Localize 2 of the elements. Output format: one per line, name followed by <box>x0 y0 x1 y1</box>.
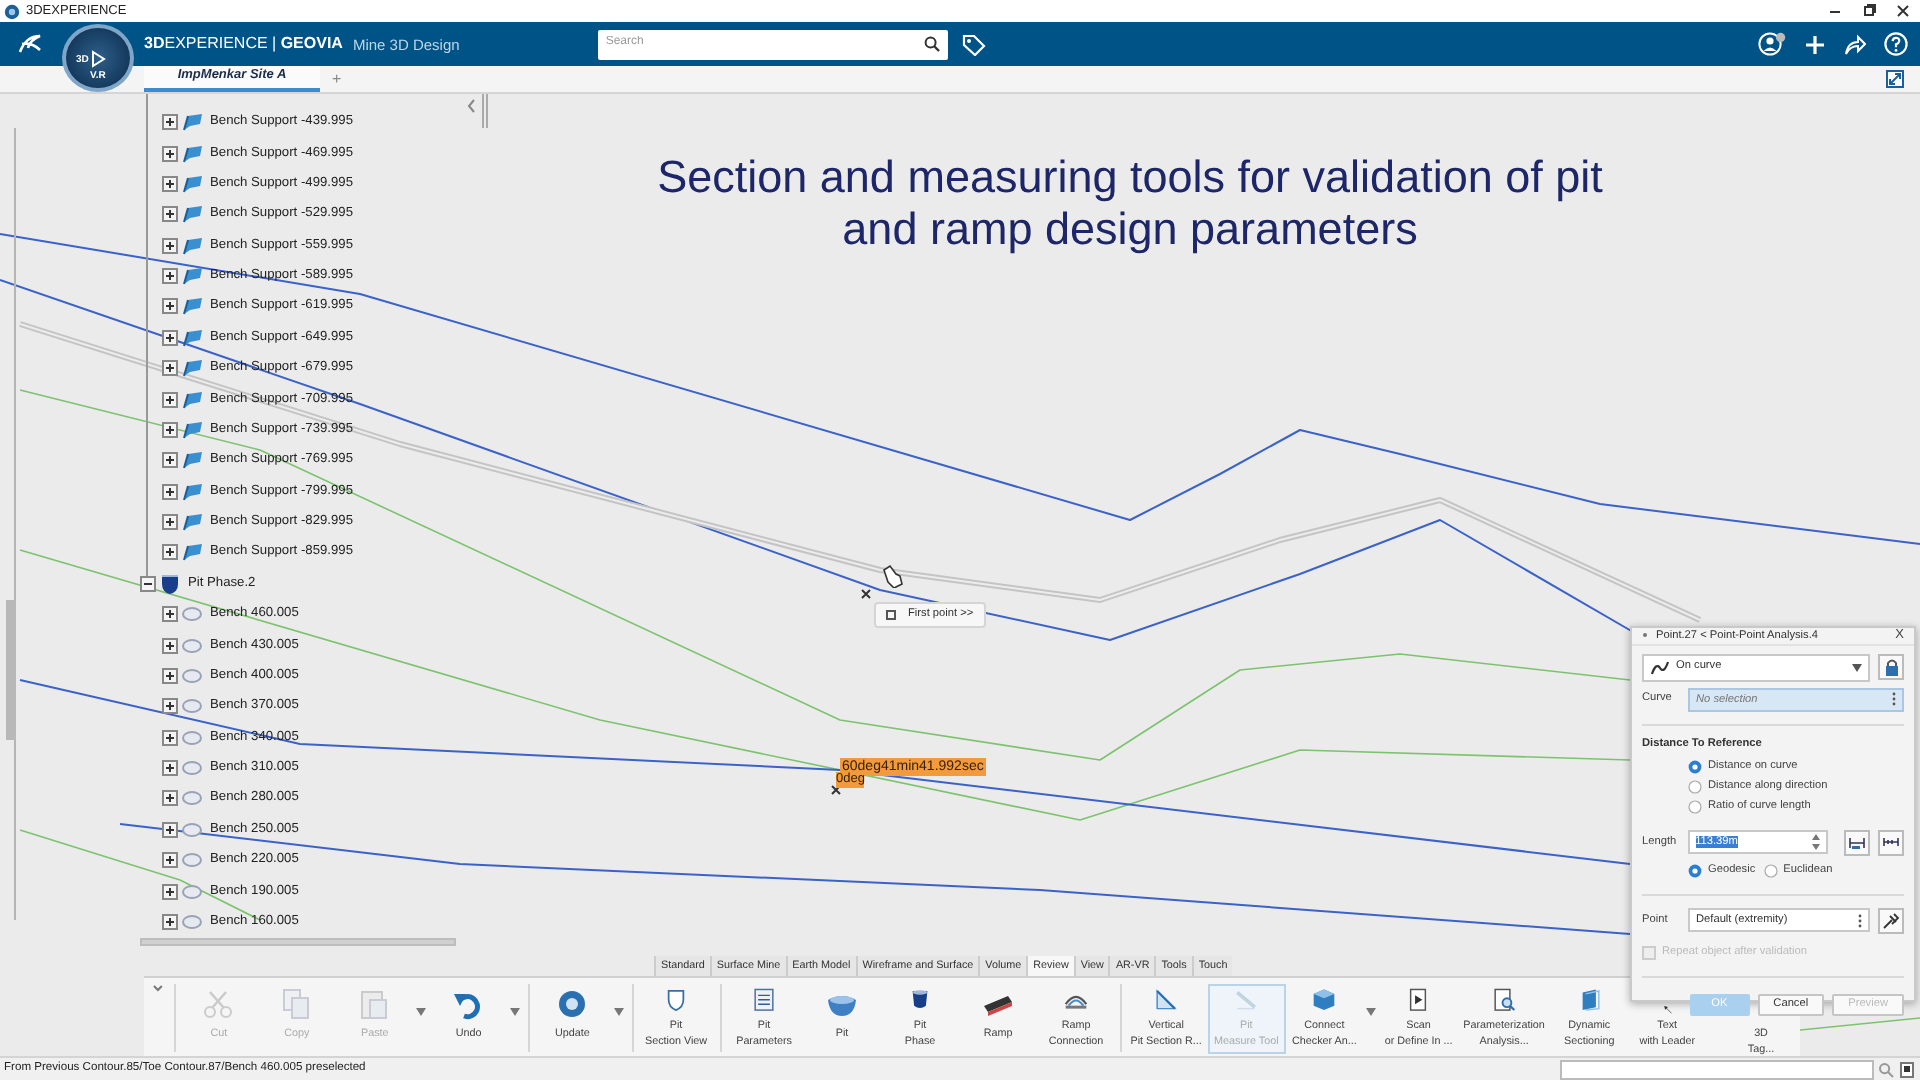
brand-name: 3DEXPERIENCE | GEOVIA <box>144 34 343 54</box>
slide-caption: Section and measuring tools for validation of pit and ramp design parameters <box>655 152 1605 256</box>
